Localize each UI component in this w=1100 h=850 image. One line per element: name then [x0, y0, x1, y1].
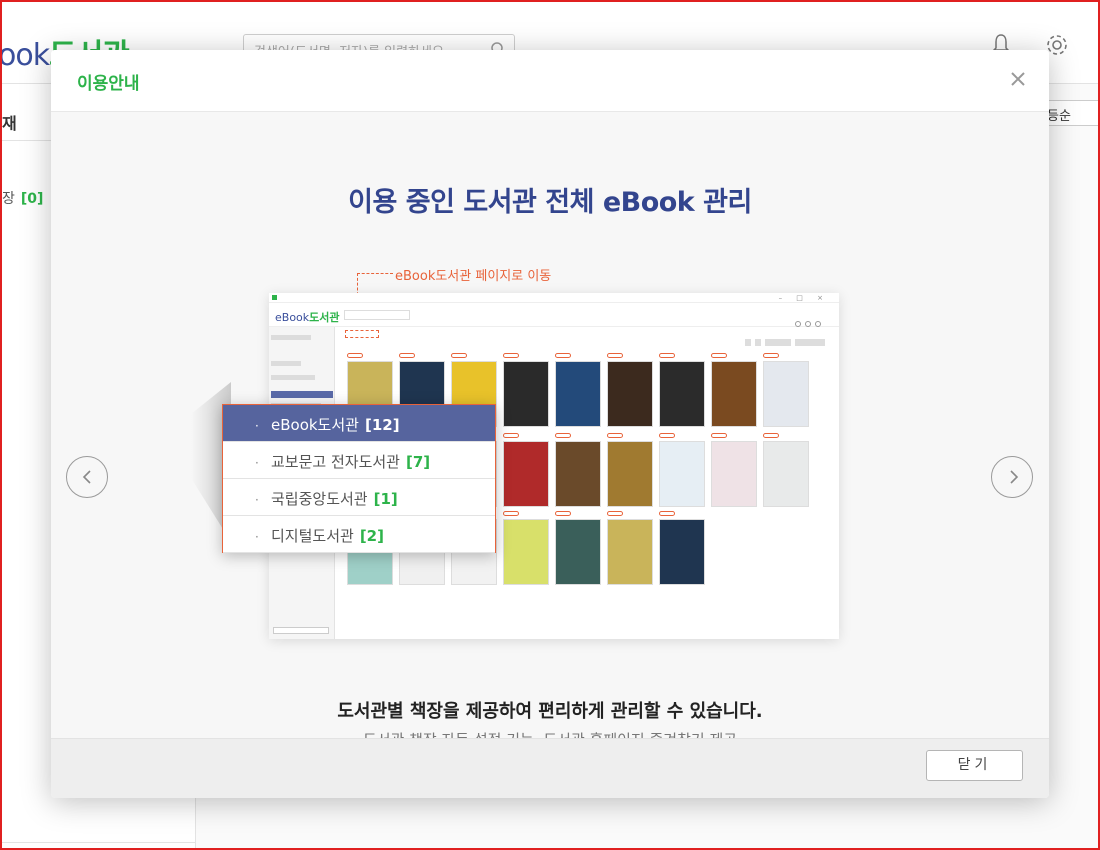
bullet-icon: · [255, 530, 259, 544]
preview-titlebar: – □ × [269, 293, 839, 303]
book-badge [555, 511, 571, 516]
book-badge [607, 353, 623, 358]
sort-select[interactable]: 등순 [1040, 100, 1100, 126]
preview-library-filter [345, 330, 379, 338]
preview-toolbar [335, 327, 839, 346]
book-cover [607, 361, 653, 427]
library-menu: · eBook도서관 [12] · 교보문고 전자도서관 [7] · 국립중앙도서관 [1] · 디… [222, 404, 496, 553]
library-name: 디지털도서관 [2] [271, 527, 384, 545]
library-count: [1] [373, 490, 398, 508]
chevron-left-icon [82, 470, 91, 484]
next-slide-button[interactable] [991, 456, 1033, 498]
book-cover [555, 519, 601, 585]
book-cover [503, 441, 549, 507]
annotation-label: eBook도서관 페이지로 이동 [395, 269, 552, 284]
sidebar-title: 재 [2, 114, 17, 133]
library-name: 교보문고 전자도서관 [7] [271, 453, 431, 471]
book-cover [503, 519, 549, 585]
bullet-icon: · [255, 419, 259, 433]
book-badge [659, 511, 675, 516]
book-cover [555, 441, 601, 507]
book-badge [763, 433, 779, 438]
book-badge [555, 353, 571, 358]
bullet-icon: · [255, 493, 259, 507]
library-count: [7] [405, 453, 431, 471]
book-badge [659, 433, 675, 438]
library-count: [12] [364, 416, 400, 434]
book-badge [503, 433, 519, 438]
guide-modal: 이용안내 이용 중인 도서관 전체 eBook 관리 eBook도서관 페이지로… [51, 50, 1049, 798]
modal-body: 이용 중인 도서관 전체 eBook 관리 eBook도서관 페이지로 이동 –… [51, 112, 1049, 790]
description-main: 도서관별 책장을 제공하여 편리하게 관리할 수 있습니다. [337, 701, 763, 722]
preview-search [344, 310, 410, 320]
book-cover [555, 361, 601, 427]
book-badge [503, 511, 519, 516]
modal-footer: 닫기 [51, 738, 1049, 798]
book-badge [399, 353, 415, 358]
book-cover [763, 441, 809, 507]
preview-logo: eBook도서관 [275, 311, 340, 324]
divider [0, 842, 196, 843]
book-cover [503, 361, 549, 427]
slide-title: 이용 중인 도서관 전체 eBook 관리 [348, 187, 752, 218]
book-badge [607, 511, 623, 516]
close-button[interactable]: 닫기 [926, 750, 1023, 781]
book-badge [555, 433, 571, 438]
book-cover [711, 441, 757, 507]
annotation-line [357, 273, 393, 274]
prev-slide-button[interactable] [66, 456, 108, 498]
modal-header: 이용안내 [51, 50, 1049, 112]
book-cover [607, 519, 653, 585]
book-cover [659, 519, 705, 585]
book-cover [659, 361, 705, 427]
library-menu-item[interactable]: · 교보문고 전자도서관 [7] [223, 442, 495, 479]
library-count: [2] [359, 527, 384, 545]
book-badge [503, 353, 519, 358]
chevron-right-icon [1010, 470, 1019, 484]
library-menu-item[interactable]: · 국립중앙도서관 [1] [223, 479, 495, 516]
library-menu-item[interactable]: · eBook도서관 [12] [223, 405, 495, 442]
book-cover [763, 361, 809, 427]
bullet-icon: · [255, 456, 259, 470]
book-cover [711, 361, 757, 427]
book-badge [763, 353, 779, 358]
book-badge [711, 433, 727, 438]
book-badge [711, 353, 727, 358]
book-badge [347, 353, 363, 358]
library-menu-item[interactable]: · 디지털도서관 [2] [223, 516, 495, 553]
modal-title: 이용안내 [77, 74, 140, 94]
library-name: 국립중앙도서관 [1] [271, 490, 398, 508]
book-badge [451, 353, 467, 358]
close-icon[interactable] [1005, 66, 1031, 92]
book-badge [607, 433, 623, 438]
book-cover [659, 441, 705, 507]
library-name: eBook도서관 [12] [271, 416, 400, 434]
preview-header-icons [795, 312, 825, 327]
sidebar-item[interactable]: 장 [0] [2, 188, 43, 208]
book-cover [607, 441, 653, 507]
preview-header: eBook도서관 [269, 303, 839, 327]
book-badge [659, 353, 675, 358]
